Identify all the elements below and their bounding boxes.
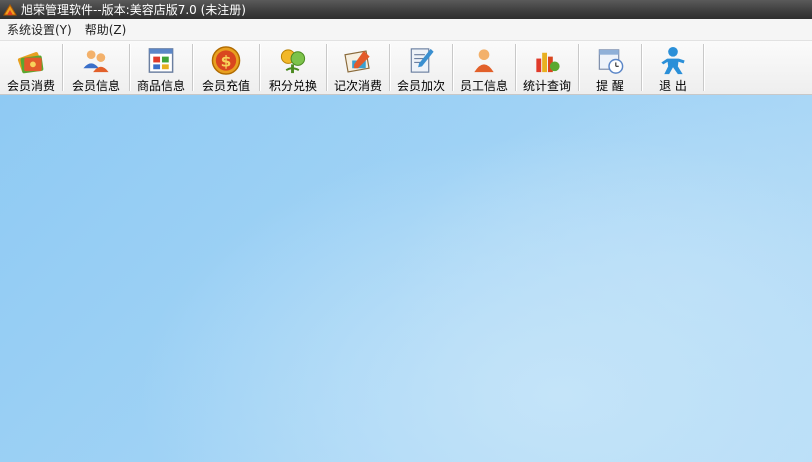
points-exchange-icon [280,49,306,74]
employee-info-icon [474,49,494,73]
toolbar-button-label: 员工信息 [459,79,508,93]
toolbar-separator [389,44,391,91]
toolbar-button-label: 商品信息 [136,79,185,93]
toolbar-button-label: 会员信息 [71,79,120,93]
member-info-icon [83,50,109,73]
reminder-button[interactable]: 提 醒 [582,41,638,94]
toolbar-button-label: 提 醒 [596,79,624,93]
count-consume-button[interactable]: 记次消费 [330,41,386,94]
toolbar-separator [578,44,580,91]
member-add-count-icon [410,48,434,73]
toolbar-separator [703,44,705,91]
toolbar-button-label: 记次消费 [333,79,382,93]
toolbar-button-label: 会员充值 [201,79,250,93]
toolbar-separator [326,44,328,91]
employee-info-button[interactable]: 员工信息 [456,41,512,94]
points-exchange-button[interactable]: 积分兑换 [264,41,322,94]
member-add-count-button[interactable]: 会员加次 [393,41,449,94]
toolbar-separator [129,44,131,91]
statistics-query-button[interactable]: 统计查询 [519,41,575,94]
main-workspace-background [0,95,812,462]
toolbar-separator [259,44,261,91]
member-recharge-icon: $ [211,46,241,75]
product-info-button[interactable]: 商品信息 [133,41,189,94]
reminder-icon [598,49,624,74]
member-recharge-button[interactable]: $ 会员充值 [196,41,256,94]
toolbar-button-label: 退 出 [659,79,687,93]
svg-text:$: $ [221,52,232,70]
product-info-icon [148,48,174,73]
toolbar-separator [641,44,643,91]
exit-button[interactable]: 退 出 [645,41,701,94]
toolbar-button-label: 会员消费 [6,79,55,93]
toolbar-separator [192,44,194,91]
member-info-button[interactable]: 会员信息 [66,41,126,94]
menu-system-settings[interactable]: 系统设置(Y) [0,21,78,38]
app-logo-icon[interactable] [3,3,17,17]
toolbar-button-label: 统计查询 [522,79,571,93]
toolbar-button-label: 会员加次 [396,79,445,93]
count-consume-icon [344,50,370,73]
window-title: 旭荣管理软件--版本:美容店版7.0 (未注册) [21,3,246,17]
toolbar-button-label: 积分兑换 [268,79,317,93]
menu-help[interactable]: 帮助(Z) [78,21,133,38]
exit-icon [661,46,685,75]
toolbar-separator [452,44,454,91]
member-consume-icon [17,52,44,74]
toolbar: 会员消费 会员信息 商品信息 $ 会员充值 积分兑换 记次消费 会员加次 员工信… [0,41,812,95]
toolbar-separator [62,44,64,91]
menu-bar: 系统设置(Y) 帮助(Z) [0,19,812,41]
toolbar-separator [515,44,517,91]
member-consume-button[interactable]: 会员消费 [3,41,59,94]
statistics-query-icon [536,52,560,73]
title-bar: 旭荣管理软件--版本:美容店版7.0 (未注册) [0,0,812,19]
